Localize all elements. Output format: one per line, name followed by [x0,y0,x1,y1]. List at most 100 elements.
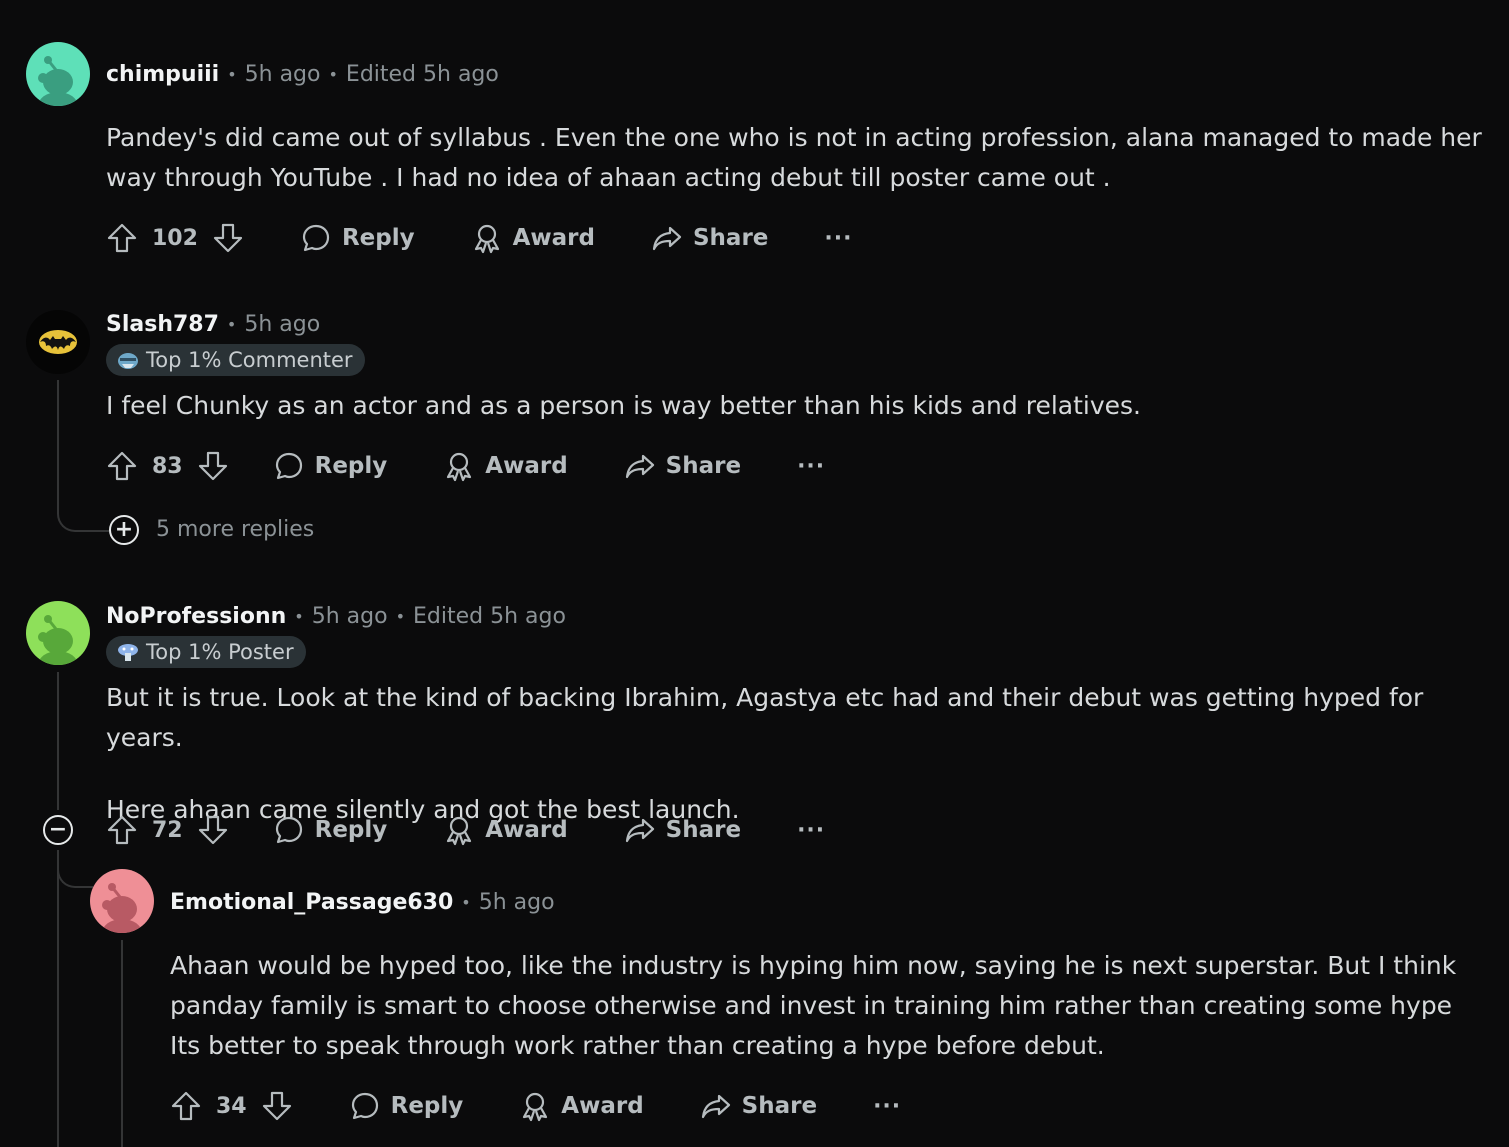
downvote-icon[interactable] [212,222,244,254]
more-options-button[interactable]: ··· [797,454,825,479]
downvote-icon[interactable] [197,450,229,482]
reply-button[interactable]: Reply [300,222,415,254]
separator-dot: • [227,65,237,84]
award-icon [523,1092,548,1122]
share-label: Share [741,1093,818,1119]
bat-logo-avatar-icon [26,310,90,374]
comment-actions: 34 Reply Award Share ··· [170,1084,901,1128]
vote-count: 102 [152,225,198,251]
vote-count: 34 [216,1093,247,1119]
downvote-icon[interactable] [261,1090,293,1122]
award-button[interactable]: Award [443,450,568,482]
share-icon [625,818,654,843]
snoo-avatar-icon [26,601,90,665]
separator-dot: • [294,607,304,626]
username[interactable]: chimpuiii [106,62,219,88]
separator-dot: • [395,607,405,626]
timestamp[interactable]: 5h ago [244,312,320,338]
comment-text: But it is true. Look at the kind of back… [106,683,1424,752]
edited-label: Edited 5h ago [413,604,566,629]
snoo-avatar-icon [90,869,154,933]
vote-group: 34 [170,1090,293,1122]
thread-line[interactable] [57,672,59,810]
thread-line[interactable] [57,850,59,1147]
thread-connector [57,850,93,888]
timestamp[interactable]: 5h ago [479,890,555,916]
comment-body: Pandey's did came out of syllabus . Even… [106,118,1486,198]
share-label: Share [692,225,769,251]
comment-meta: NoProfessionn • 5h ago • Edited 5h ago [106,604,566,630]
comment-text: Pandey's did came out of syllabus . Even… [106,123,1482,192]
reply-label: Reply [314,453,388,479]
snoo-avatar-icon [26,42,90,106]
share-label: Share [665,817,742,843]
separator-dot: • [461,893,471,912]
comment-actions: 102 Reply Award Share ··· [106,216,852,260]
minus-icon: − [48,817,68,842]
share-button[interactable]: Share [624,450,741,482]
thread-line[interactable] [121,940,123,1147]
upvote-icon[interactable] [106,450,138,482]
upvote-icon[interactable] [106,222,138,254]
share-label: Share [665,453,742,479]
award-label: Award [485,817,568,843]
award-button[interactable]: Award [471,222,595,254]
poster-badge-icon [118,644,138,661]
award-button[interactable]: Award [519,1090,644,1122]
downvote-icon[interactable] [197,814,229,846]
avatar[interactable] [90,869,154,933]
user-flair: Top 1% Poster [106,636,306,668]
expand-replies-button[interactable]: + [109,515,139,545]
more-options-button[interactable]: ··· [797,818,825,843]
comment-bubble-icon [275,816,302,844]
more-options-button[interactable]: ··· [824,226,852,251]
reply-button[interactable]: Reply [273,450,388,482]
share-button[interactable]: Share [624,814,741,846]
collapse-thread-button[interactable]: − [43,815,73,845]
share-icon [652,226,682,251]
share-icon [625,454,654,479]
avatar[interactable] [26,42,90,106]
share-icon [701,1094,730,1119]
comment-body: Ahaan would be hyped too, like the indus… [170,946,1470,1066]
timestamp[interactable]: 5h ago [245,62,321,88]
comment-meta: chimpuiii • 5h ago • Edited 5h ago [106,62,499,88]
comment-bubble-icon [302,224,330,252]
share-button[interactable]: Share [651,222,768,254]
comment-bubble-icon [351,1092,378,1120]
reply-label: Reply [341,225,415,251]
vote-group: 72 [106,814,229,846]
username[interactable]: Emotional_Passage630 [170,890,453,916]
plus-icon: + [114,517,134,542]
award-label: Award [485,453,568,479]
award-label: Award [512,225,595,251]
comment-text: Ahaan would be hyped too, like the indus… [170,951,1457,1060]
reply-label: Reply [390,1093,464,1119]
comment-meta: Slash787 • 5h ago [106,312,320,338]
reply-label: Reply [314,817,388,843]
award-button[interactable]: Award [443,814,568,846]
username[interactable]: Slash787 [106,312,219,338]
commenter-badge-icon [118,353,138,369]
avatar[interactable] [26,601,90,665]
timestamp[interactable]: 5h ago [312,604,388,630]
more-options-button[interactable]: ··· [873,1094,901,1119]
vote-count: 72 [152,817,183,843]
upvote-icon[interactable] [170,1090,202,1122]
avatar[interactable] [26,310,90,374]
award-label: Award [561,1093,644,1119]
reply-button[interactable]: Reply [273,814,388,846]
comment-actions: 83 Reply Award Share ··· [106,444,825,488]
upvote-icon[interactable] [106,814,138,846]
username[interactable]: NoProfessionn [106,604,286,630]
reply-button[interactable]: Reply [349,1090,464,1122]
edited-label: Edited 5h ago [345,62,499,87]
vote-group: 83 [106,450,229,482]
more-replies-link[interactable]: 5 more replies [156,517,314,542]
vote-count: 83 [152,453,183,479]
comment-body: I feel Chunky as an actor and as a perso… [106,386,1486,426]
share-button[interactable]: Share [700,1090,817,1122]
vote-group: 102 [106,222,244,254]
flair-label: Top 1% Commenter [146,348,353,372]
comment-meta: Emotional_Passage630 • 5h ago [170,890,555,916]
